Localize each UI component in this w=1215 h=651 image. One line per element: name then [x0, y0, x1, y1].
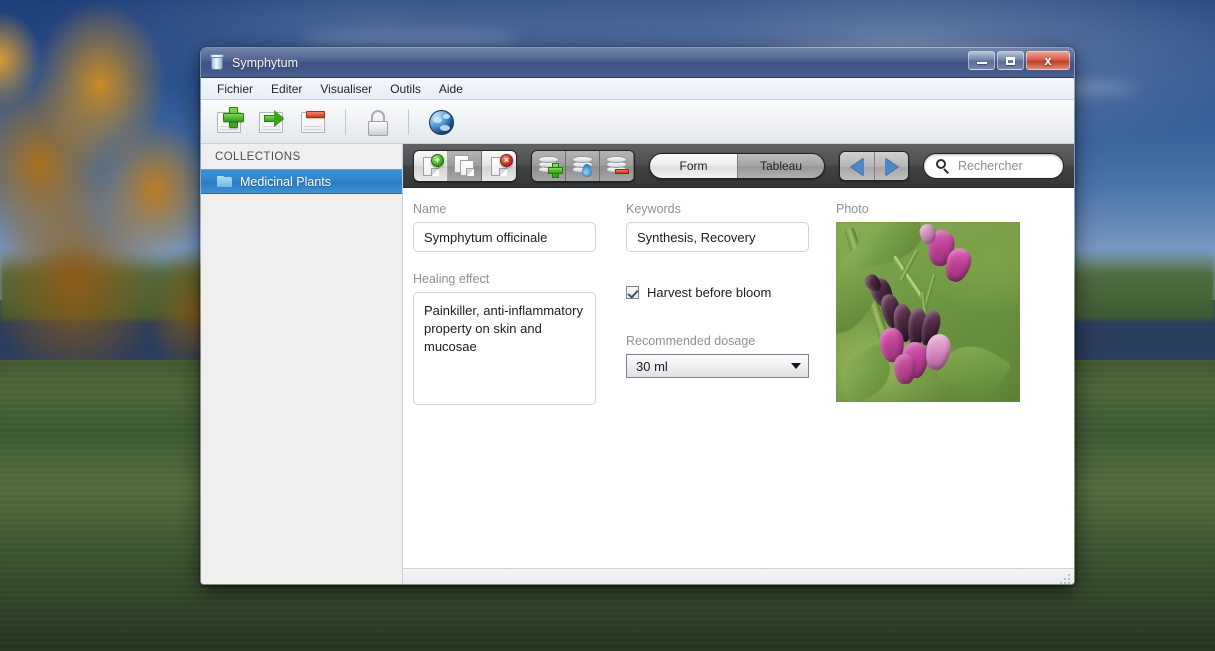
- healing-effect-textarea[interactable]: Painkiller, anti-inflammatory property o…: [413, 292, 596, 405]
- prev-record-button[interactable]: [840, 151, 874, 180]
- menu-editer[interactable]: Editer: [263, 80, 310, 98]
- toolbar-delete-collection[interactable]: [297, 106, 331, 138]
- search-field[interactable]: Rechercher: [923, 152, 1064, 179]
- toolbar-modify-collection[interactable]: [255, 106, 289, 138]
- tab-tableau[interactable]: Tableau: [737, 153, 824, 178]
- tab-form[interactable]: Form: [650, 153, 737, 178]
- search-placeholder: Rechercher: [958, 158, 1023, 173]
- green-plus-badge-icon: +: [431, 153, 444, 167]
- desktop: Symphytum x Fichier Editer Visualiser Ou…: [0, 0, 1215, 651]
- menu-bar: Fichier Editer Visualiser Outils Aide: [201, 78, 1074, 100]
- menu-visualiser[interactable]: Visualiser: [312, 80, 380, 98]
- folder-icon: [217, 176, 232, 187]
- toolbar-lock[interactable]: [360, 106, 394, 138]
- green-plus-icon: [223, 106, 244, 128]
- record-buttons-group: + ×: [413, 149, 517, 182]
- maximize-button[interactable]: [997, 51, 1024, 70]
- globe-icon: [429, 109, 454, 135]
- dosage-value: 30 ml: [636, 358, 668, 374]
- sidebar-item-label: Medicinal Plants: [240, 174, 332, 189]
- collections-header: COLLECTIONS: [201, 144, 402, 169]
- title-bar-left: Symphytum: [209, 54, 298, 71]
- red-minus-icon: [306, 110, 325, 118]
- maximize-icon: [1006, 56, 1015, 65]
- status-bar: [403, 568, 1074, 584]
- window-title: Symphytum: [232, 55, 298, 70]
- field-add-button[interactable]: [532, 150, 566, 181]
- sidebar-item-medicinal-plants[interactable]: Medicinal Plants: [201, 169, 402, 194]
- sidebar-empty-area: [201, 194, 402, 584]
- view-toggle: Form Tableau: [649, 152, 825, 179]
- title-bar[interactable]: Symphytum x: [201, 48, 1074, 78]
- chevron-down-icon: [791, 363, 801, 369]
- lock-icon: [367, 109, 389, 136]
- record-form: Name Symphytum officinale Healing effect…: [403, 188, 1074, 568]
- field-buttons-group: [531, 149, 635, 182]
- toolbar-divider: [345, 108, 346, 135]
- keywords-label: Keywords: [626, 202, 681, 216]
- name-input[interactable]: Symphytum officinale: [413, 222, 596, 252]
- collections-sidebar: COLLECTIONS Medicinal Plants: [201, 144, 403, 584]
- red-minus-badge-icon: [615, 168, 629, 174]
- harvest-checkbox[interactable]: [626, 286, 639, 299]
- record-delete-button[interactable]: ×: [482, 150, 516, 181]
- window-body: COLLECTIONS Medicinal Plants + × Form Ta…: [201, 144, 1074, 584]
- next-record-button[interactable]: [874, 151, 908, 180]
- form-column-1: Name Symphytum officinale Healing effect…: [413, 202, 618, 568]
- menu-outils[interactable]: Outils: [382, 80, 429, 98]
- resize-grip-icon[interactable]: [1058, 572, 1070, 584]
- toolbar-sync[interactable]: [423, 106, 457, 138]
- minimize-button[interactable]: [968, 51, 995, 70]
- application-window: Symphytum x Fichier Editer Visualiser Ou…: [200, 47, 1075, 585]
- field-edit-button[interactable]: [566, 150, 600, 181]
- dosage-select[interactable]: 30 ml: [626, 354, 809, 378]
- arrow-left-icon: [850, 157, 864, 176]
- jar-icon: [209, 54, 225, 71]
- form-column-2: Keywords Synthesis, Recovery Harvest bef…: [626, 202, 826, 568]
- red-x-badge-icon: ×: [500, 153, 513, 167]
- page-duplicate-icon-back: [460, 159, 474, 176]
- record-duplicate-button[interactable]: [448, 150, 482, 181]
- toolbar-divider: [408, 108, 409, 135]
- record-navigation: [839, 150, 909, 181]
- healing-effect-label: Healing effect: [413, 272, 490, 286]
- minimize-icon: [976, 62, 987, 64]
- menu-aide[interactable]: Aide: [431, 80, 471, 98]
- main-toolbar: [201, 100, 1074, 144]
- arrow-right-icon: [885, 157, 898, 176]
- close-button[interactable]: x: [1026, 51, 1070, 70]
- green-plus-badge-icon: [548, 162, 563, 178]
- menu-fichier[interactable]: Fichier: [209, 80, 261, 98]
- photo-image[interactable]: [836, 222, 1020, 402]
- record-new-button[interactable]: +: [414, 150, 448, 181]
- harvest-checkbox-row[interactable]: Harvest before bloom: [626, 285, 826, 300]
- caption-buttons: x: [968, 51, 1070, 70]
- search-icon: [936, 158, 950, 174]
- dosage-label: Recommended dosage: [626, 334, 756, 348]
- name-label: Name: [413, 202, 447, 216]
- green-arrow-icon: [264, 109, 284, 126]
- cloud: [300, 30, 520, 48]
- keywords-input[interactable]: Synthesis, Recovery: [626, 222, 809, 252]
- content-panel: + × Form Tableau Rechercher Name Symphyt…: [403, 144, 1074, 584]
- photo-label: Photo: [836, 202, 869, 216]
- field-remove-button[interactable]: [600, 150, 634, 181]
- blue-drop-icon: [582, 163, 592, 177]
- close-icon: x: [1044, 53, 1052, 68]
- record-toolbar: + × Form Tableau Rechercher: [403, 144, 1074, 188]
- toolbar-new-collection[interactable]: [213, 106, 247, 138]
- harvest-checkbox-label: Harvest before bloom: [647, 285, 772, 300]
- form-column-3: Photo: [836, 202, 1036, 568]
